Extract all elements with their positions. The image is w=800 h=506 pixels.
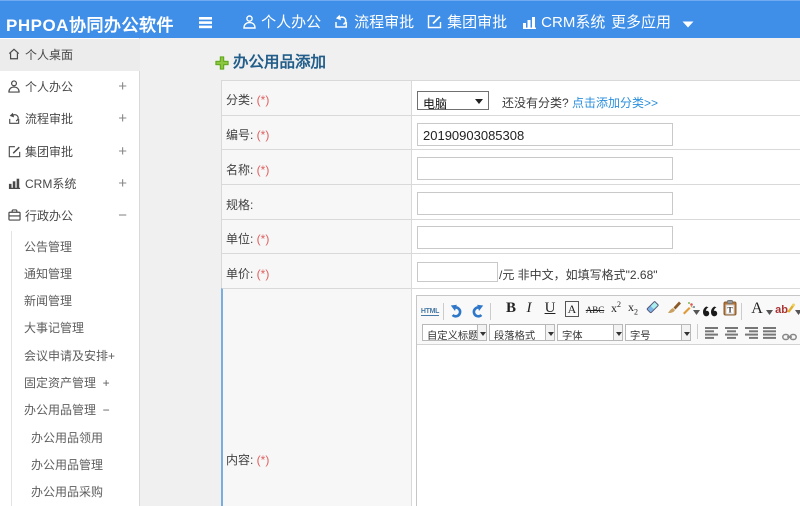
svg-text:T: T: [727, 306, 733, 315]
